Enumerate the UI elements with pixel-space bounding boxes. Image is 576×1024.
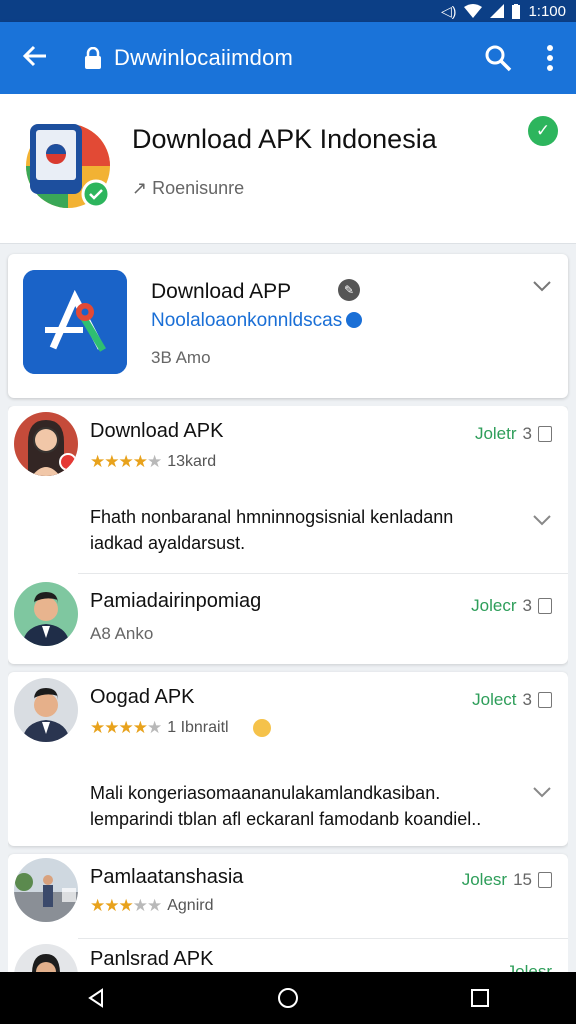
- avatar[interactable]: [14, 944, 78, 972]
- review-count: 3: [522, 596, 532, 615]
- review-card: Download APK ★★★★★ 13kard Joletr 3 Fhath…: [8, 406, 568, 664]
- status-time: 1:100: [528, 2, 566, 20]
- wrench-badge-icon: ✎: [338, 279, 360, 301]
- review-count: 3: [522, 424, 532, 443]
- review-status-label: Jolesr: [461, 870, 508, 889]
- review-rating: ★★★★★ 1 Ibnraitl: [90, 718, 271, 738]
- review-rating-text: 13kard: [167, 453, 217, 470]
- app-name: Download APP: [151, 280, 292, 303]
- divider: [78, 573, 568, 574]
- recents-square-icon[interactable]: [450, 978, 510, 1018]
- avatar[interactable]: [14, 582, 78, 646]
- review-body: Fhath nonbaranal hmninnogsisnial kenlada…: [90, 504, 510, 556]
- review-status[interactable]: Jolesr 15: [462, 870, 552, 890]
- search-icon[interactable]: [472, 44, 524, 72]
- home-circle-icon[interactable]: [258, 978, 318, 1018]
- lock-icon: [85, 47, 101, 69]
- header-subtitle-text: Roenisunre: [152, 178, 245, 198]
- review-status[interactable]: Jolecr 3: [471, 596, 552, 616]
- developer-name: Noolaloaonkonnldscas: [151, 310, 343, 331]
- chevron-down-icon[interactable]: [532, 514, 552, 526]
- review-author: Panlsrad APK: [90, 948, 214, 970]
- chevron-down-icon[interactable]: [532, 786, 552, 798]
- review-rating-text: Agnird: [167, 897, 214, 914]
- review-meta: A8 Anko: [90, 624, 154, 643]
- divider: [78, 938, 568, 939]
- star-rating-icon: ★★★★★: [90, 896, 162, 915]
- review-body-line: Fhath nonbaranal hmninnogsisnial kenlada…: [90, 507, 454, 527]
- review-status-label: Jolect: [472, 690, 517, 709]
- copy-icon: [538, 872, 552, 888]
- review-card: Oogad APK ★★★★★ 1 Ibnraitl Jolect 3 Mali…: [8, 672, 568, 846]
- app-meta: 3B Amo: [151, 348, 211, 367]
- wifi-icon: [464, 4, 483, 18]
- system-nav-bar: [0, 972, 576, 1024]
- back-arrow-icon[interactable]: [0, 43, 70, 73]
- vibrate-icon: ◁): [441, 2, 457, 19]
- review-rating-text: 1 Ibnraitl: [167, 719, 229, 736]
- header-card: Download APK Indonesia ↗ Roenisunre ✓: [0, 94, 576, 244]
- app-card[interactable]: Download APP ✎ Noolaloaonkonnldscas 3B A…: [8, 254, 568, 398]
- copy-icon: [538, 598, 552, 614]
- copy-icon: [538, 426, 552, 442]
- review-body-line: lemparindi tblan afl eckaranl famodanb k…: [90, 809, 482, 829]
- avatar[interactable]: [14, 412, 78, 476]
- header-title: Download APK Indonesia: [132, 124, 437, 154]
- page-title: Dwwinlocaiimdom: [114, 45, 294, 70]
- review-author: Pamiadairinpomiag: [90, 590, 262, 612]
- review-rating: ★★★★★ Agnird: [90, 896, 213, 916]
- review-status[interactable]: Jolect 3: [472, 690, 552, 710]
- status-bar: ◁) 1:100: [0, 0, 576, 22]
- avatar[interactable]: [14, 858, 78, 922]
- avatar[interactable]: [14, 678, 78, 742]
- apk-indonesia-logo: [26, 124, 111, 209]
- review-body: Mali kongeriasomaananulakamlandkasiban. …: [90, 780, 520, 832]
- review-body-line: iadkad ayaldarsust.: [90, 533, 246, 553]
- star-rating-icon: ★★★★★: [90, 452, 162, 471]
- review-count: 15: [513, 870, 532, 889]
- app-bar: Dwwinlocaiimdom: [0, 22, 576, 94]
- review-rating: ★★★★★ 13kard: [90, 452, 216, 472]
- emoji-icon: [252, 719, 271, 737]
- battery-icon: [512, 3, 521, 19]
- review-author: Pamlaatanshasia: [90, 866, 244, 888]
- chevron-down-icon[interactable]: [532, 280, 552, 292]
- review-card: Pamlaatanshasia ★★★★★ Agnird Jolesr 15 P…: [8, 854, 568, 972]
- review-status[interactable]: Joletr 3: [475, 424, 552, 444]
- review-status[interactable]: Jolesr: [507, 962, 552, 972]
- signal-icon: [490, 4, 505, 18]
- verified-check-icon: ✓: [528, 116, 558, 146]
- back-triangle-icon[interactable]: [66, 978, 126, 1018]
- verified-badge-icon: [346, 312, 363, 328]
- review-count: 3: [522, 690, 532, 709]
- review-status-label: Joletr: [474, 424, 517, 443]
- developer-link[interactable]: Noolaloaonkonnldscas: [151, 310, 363, 332]
- header-subtitle: ↗ Roenisunre: [132, 178, 244, 199]
- review-author: Oogad APK: [90, 686, 195, 708]
- review-author: Download APK: [90, 420, 224, 442]
- more-vert-icon[interactable]: [524, 45, 576, 71]
- star-rating-icon: ★★★★★: [90, 718, 162, 737]
- app-icon: [23, 270, 127, 374]
- review-status-label: Jolesr: [506, 962, 552, 972]
- review-list: Download APK ★★★★★ 13kard Joletr 3 Fhath…: [8, 406, 568, 972]
- header-subtitle-symbol: ↗: [132, 178, 148, 198]
- copy-icon: [538, 692, 552, 708]
- review-status-label: Jolecr: [471, 596, 517, 615]
- review-body-line: Mali kongeriasomaananulakamlandkasiban.: [90, 783, 441, 803]
